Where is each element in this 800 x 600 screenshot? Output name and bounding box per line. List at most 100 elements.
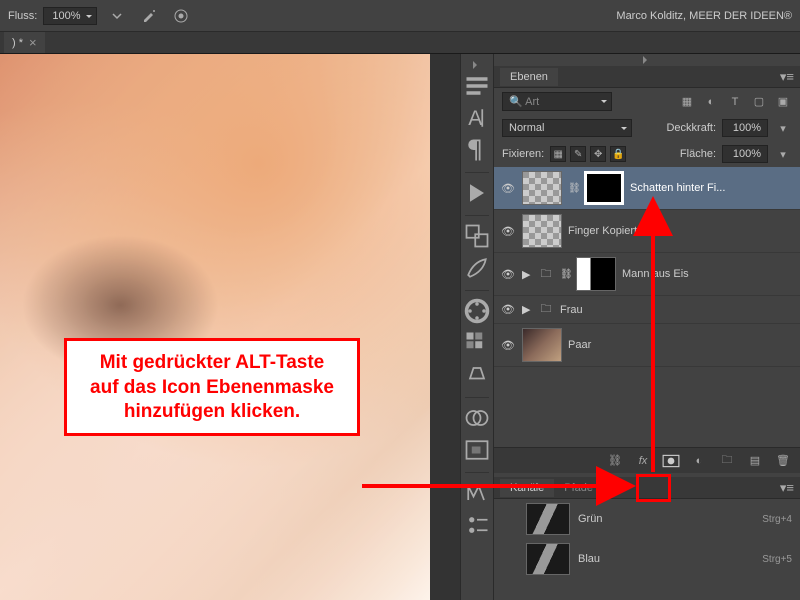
- flow-value-text: 100%: [52, 10, 80, 22]
- opacity-input[interactable]: 100%: [722, 119, 768, 137]
- paragraph-panel-icon[interactable]: [463, 136, 491, 164]
- panel-menu-icon[interactable]: ▾≡: [780, 480, 794, 496]
- filter-type-icon[interactable]: T: [726, 93, 744, 111]
- blend-opacity-row: Normal Deckkraft: 100% ▾: [494, 115, 800, 141]
- link-layers-icon[interactable]: ⛓: [606, 452, 624, 470]
- layer-row-mann[interactable]: 👁 ▶ 🗀 ⛓ Mann aus Eis: [494, 253, 800, 296]
- layer-row-frau[interactable]: 👁 ▶ 🗀 Frau: [494, 296, 800, 324]
- visibility-toggle-icon[interactable]: 👁: [500, 225, 516, 238]
- group-disclose-icon[interactable]: ▶: [522, 303, 532, 316]
- layer-style-icon[interactable]: fx: [634, 452, 652, 470]
- add-layer-mask-icon[interactable]: [662, 452, 680, 470]
- info-panel-icon[interactable]: [463, 479, 491, 507]
- layer-row-schatten[interactable]: 👁 ⛓ Schatten hinter Fi...: [494, 167, 800, 210]
- fill-input[interactable]: 100%: [722, 145, 768, 163]
- lock-transparency-icon[interactable]: ▦: [550, 146, 566, 162]
- flow-label: Fluss:: [8, 10, 37, 22]
- canvas-area[interactable]: [0, 54, 460, 600]
- adjustments-panel-icon[interactable]: [463, 404, 491, 432]
- filter-smart-icon[interactable]: ▣: [774, 93, 792, 111]
- filter-adjust-icon[interactable]: ◐: [702, 93, 720, 111]
- layer-row-paar[interactable]: 👁 Paar: [494, 324, 800, 367]
- character-panel-icon[interactable]: A: [463, 104, 491, 132]
- opacity-value: 100%: [733, 122, 761, 134]
- history-panel-icon[interactable]: [463, 72, 491, 100]
- layer-name[interactable]: Schatten hinter Fi...: [630, 182, 794, 194]
- layer-thumbnail[interactable]: [522, 214, 562, 248]
- layer-filter-label: Art: [525, 96, 539, 108]
- channels-tab[interactable]: Kanäle: [500, 479, 554, 497]
- opacity-label: Deckkraft:: [666, 122, 716, 134]
- new-layer-icon[interactable]: ▤: [746, 452, 764, 470]
- lock-pixels-icon[interactable]: ✎: [570, 146, 586, 162]
- flow-value-dropdown[interactable]: 100%: [43, 7, 97, 25]
- layer-name[interactable]: Finger Kopiert: [568, 225, 794, 237]
- layers-tab[interactable]: Ebenen: [500, 68, 558, 86]
- navigator-panel-icon[interactable]: [463, 436, 491, 464]
- clone-source-panel-icon[interactable]: [463, 222, 491, 250]
- filter-pixel-icon[interactable]: ▦: [678, 93, 696, 111]
- visibility-toggle-icon[interactable]: 👁: [500, 339, 516, 352]
- layer-name[interactable]: Frau: [560, 304, 794, 316]
- layer-thumbnail[interactable]: [522, 171, 562, 205]
- workspace-name[interactable]: Marco Kolditz, MEER DER IDEEN®: [616, 10, 792, 22]
- layer-filter-type-dropdown[interactable]: 🔍 Art: [502, 92, 612, 111]
- visibility-toggle-icon[interactable]: 👁: [500, 303, 516, 316]
- new-group-icon[interactable]: 🗀: [718, 452, 736, 470]
- fill-caret-icon[interactable]: ▾: [774, 145, 792, 163]
- flow-slider-caret-icon[interactable]: [105, 4, 129, 28]
- channel-row-green[interactable]: Grün Strg+4: [494, 499, 800, 539]
- channel-thumbnail[interactable]: [526, 503, 570, 535]
- panel-strip-expand-icon[interactable]: [461, 60, 493, 70]
- close-icon[interactable]: ×: [29, 35, 37, 50]
- layer-thumbnail[interactable]: [522, 328, 562, 362]
- lock-all-icon[interactable]: 🔒: [610, 146, 626, 162]
- brush-panel-icon[interactable]: [463, 254, 491, 282]
- adjustment-layer-icon[interactable]: ◐: [690, 452, 708, 470]
- lock-position-icon[interactable]: ✥: [590, 146, 606, 162]
- channels-panel-header: Kanäle Pfade ▾≡: [494, 477, 800, 499]
- airbrush-icon[interactable]: [137, 4, 161, 28]
- mask-link-icon[interactable]: ⛓: [568, 183, 578, 194]
- channel-row-blue[interactable]: Blau Strg+5: [494, 539, 800, 579]
- color-panel-icon[interactable]: [463, 297, 491, 325]
- channel-name: Blau: [578, 553, 754, 565]
- delete-layer-icon[interactable]: 🗑: [774, 452, 792, 470]
- document-tab[interactable]: ) * ×: [4, 32, 45, 53]
- layer-name[interactable]: Mann aus Eis: [622, 268, 794, 280]
- visibility-toggle-icon[interactable]: 👁: [500, 182, 516, 195]
- channels-panel: Kanäle Pfade ▾≡ Grün Strg+4 Blau Strg+5: [494, 477, 800, 579]
- channel-shortcut: Strg+5: [762, 554, 792, 565]
- opacity-caret-icon[interactable]: ▾: [774, 119, 792, 137]
- layer-row-finger[interactable]: 👁 Finger Kopiert: [494, 210, 800, 253]
- visibility-toggle-icon[interactable]: 👁: [500, 268, 516, 281]
- swatches-panel-icon[interactable]: [463, 329, 491, 357]
- right-panel-group: Ebenen ▾≡ 🔍 Art ▦ ◐ T ▢ ▣ Normal Deckkra…: [494, 54, 800, 600]
- properties-panel-icon[interactable]: [463, 511, 491, 539]
- folder-icon: 🗀: [538, 300, 554, 319]
- channel-thumbnail[interactable]: [526, 543, 570, 575]
- panel-collapse-icon[interactable]: [494, 54, 800, 66]
- paths-tab[interactable]: Pfade: [554, 479, 603, 497]
- filter-shape-icon[interactable]: ▢: [750, 93, 768, 111]
- lock-icons-group: ▦ ✎ ✥ 🔒: [550, 146, 626, 162]
- channel-shortcut: Strg+4: [762, 514, 792, 525]
- canvas-image: [0, 54, 430, 600]
- styles-panel-icon[interactable]: [463, 361, 491, 389]
- group-disclose-icon[interactable]: ▶: [522, 268, 532, 281]
- actions-panel-icon[interactable]: [463, 179, 491, 207]
- panel-menu-icon[interactable]: ▾≡: [780, 69, 794, 85]
- document-tabs: ) * ×: [0, 32, 800, 54]
- svg-text:A: A: [468, 107, 482, 130]
- group-mask-thumbnail[interactable]: [576, 257, 616, 291]
- fill-value: 100%: [733, 148, 761, 160]
- layer-mask-thumbnail[interactable]: [584, 171, 624, 205]
- collapsed-panel-strip: A: [460, 54, 494, 600]
- blend-mode-dropdown[interactable]: Normal: [502, 119, 632, 137]
- workspace: A Ebenen ▾≡ 🔍 Art ▦ ◐ T ▢: [0, 54, 800, 600]
- channel-name: Grün: [578, 513, 754, 525]
- pressure-opacity-icon[interactable]: [169, 4, 193, 28]
- layer-name[interactable]: Paar: [568, 339, 794, 351]
- annotation-line: hinzufügen klicken.: [79, 400, 345, 425]
- mask-link-icon[interactable]: ⛓: [560, 269, 570, 280]
